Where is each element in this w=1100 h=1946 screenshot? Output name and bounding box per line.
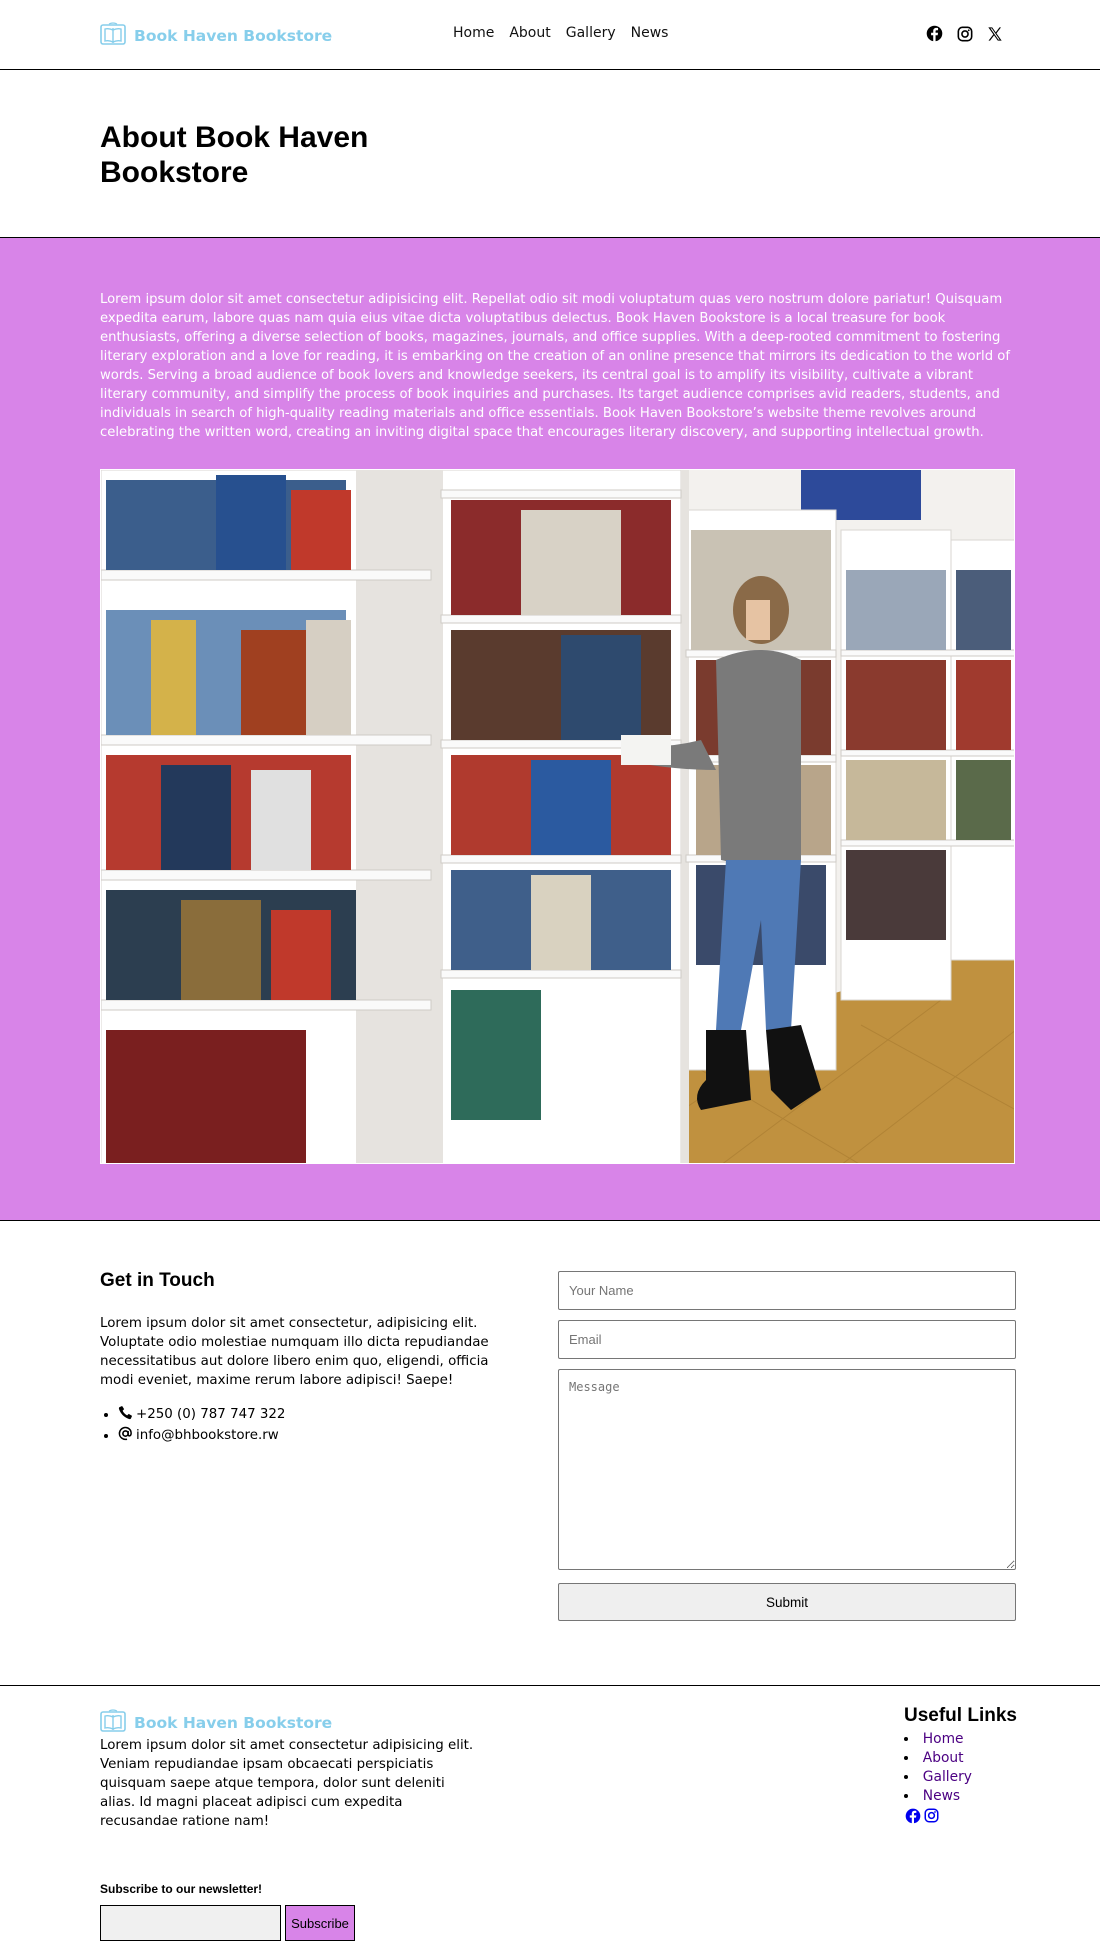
page-title: About Book Haven Bookstore [100, 121, 369, 189]
at-sign-icon [118, 1426, 133, 1447]
contact-email-item: info@bhbookstore.rw [118, 1426, 285, 1447]
footer-brand-link[interactable]: Book Haven Bookstore [100, 1709, 332, 1737]
footer-link-gallery[interactable]: Gallery [923, 1769, 972, 1785]
brand-logo-link[interactable]: Book Haven Bookstore [100, 22, 332, 50]
newsletter-email-input[interactable] [100, 1905, 281, 1941]
footer-social-links [904, 1808, 1017, 1828]
x-icon[interactable] [987, 26, 1003, 46]
facebook-icon[interactable] [905, 1808, 921, 1828]
footer-link-item: Gallery [904, 1768, 1017, 1787]
contact-list: +250 (0) 787 747 322 info@bhbookstore.rw [118, 1405, 285, 1447]
footer-description: Lorem ipsum dolor sit amet consectetur a… [100, 1738, 474, 1829]
brand-name: Book Haven Bookstore [134, 27, 333, 45]
message-textarea[interactable] [558, 1369, 1016, 1570]
about-text: Lorem ipsum dolor sit amet consectetur a… [100, 292, 1010, 440]
site-header: Book Haven Bookstore Home About Gallery … [0, 0, 1100, 70]
instagram-icon[interactable] [924, 1808, 939, 1828]
nav-about[interactable]: About [509, 25, 550, 41]
useful-links-list: Home About Gallery News [904, 1730, 1017, 1806]
contact-phone-item: +250 (0) 787 747 322 [118, 1405, 285, 1426]
submit-button[interactable]: Submit [558, 1583, 1016, 1621]
useful-links: Useful Links Home About Gallery News [904, 1705, 1017, 1828]
contact-phone[interactable]: +250 (0) 787 747 322 [136, 1407, 285, 1422]
footer-link-news[interactable]: News [923, 1788, 960, 1804]
contact-description: Lorem ipsum dolor sit amet consectetur, … [100, 1316, 489, 1388]
nav-home[interactable]: Home [453, 25, 494, 41]
nav-gallery[interactable]: Gallery [566, 25, 616, 41]
page-title-section: About Book Haven Bookstore [0, 70, 1100, 238]
bookstore-photo [100, 469, 1015, 1164]
newsletter-form: Subscribe [100, 1905, 355, 1941]
facebook-icon[interactable] [926, 25, 943, 46]
phone-icon [118, 1405, 133, 1426]
site-footer: Book Haven Bookstore Lorem ipsum dolor s… [0, 1686, 1100, 1946]
header-social-links [926, 25, 1003, 46]
contact-form: Submit [558, 1271, 1016, 1621]
footer-link-item: News [904, 1787, 1017, 1806]
useful-links-title: Useful Links [904, 1705, 1017, 1726]
contact-title: Get in Touch [100, 1270, 215, 1291]
footer-brand-name: Book Haven Bookstore [134, 1714, 333, 1732]
instagram-icon[interactable] [957, 26, 973, 46]
email-input[interactable] [558, 1320, 1016, 1359]
footer-link-home[interactable]: Home [923, 1731, 964, 1747]
footer-link-item: About [904, 1749, 1017, 1768]
about-section: Lorem ipsum dolor sit amet consectetur a… [0, 238, 1100, 1221]
contact-section: Get in Touch Lorem ipsum dolor sit amet … [0, 1221, 1100, 1686]
open-book-icon [100, 1709, 126, 1737]
footer-link-about[interactable]: About [923, 1750, 964, 1766]
footer-link-item: Home [904, 1730, 1017, 1749]
subscribe-button[interactable]: Subscribe [285, 1905, 355, 1941]
nav-news[interactable]: News [631, 25, 669, 41]
newsletter-label: Subscribe to our newsletter! [100, 1882, 263, 1896]
open-book-icon [100, 22, 126, 50]
name-input[interactable] [558, 1271, 1016, 1310]
contact-email[interactable]: info@bhbookstore.rw [136, 1428, 279, 1443]
main-nav: Home About Gallery News [453, 25, 668, 41]
